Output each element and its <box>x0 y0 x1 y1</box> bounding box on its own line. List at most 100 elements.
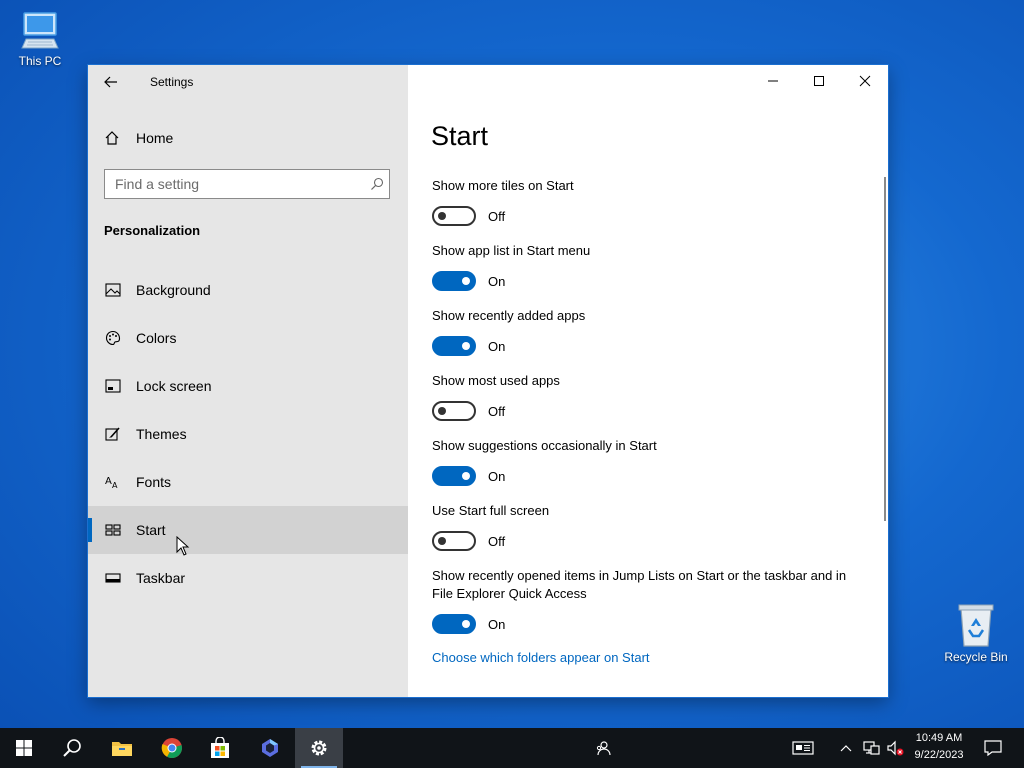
chevron-up-icon <box>840 745 852 752</box>
setting-show-most-used: Show most used apps Off <box>432 372 852 421</box>
chrome-button[interactable] <box>148 728 196 768</box>
toggle-switch[interactable] <box>432 531 476 551</box>
sidebar-item-label: Colors <box>136 330 177 346</box>
sidebar-item-label: Themes <box>136 426 187 442</box>
sidebar-item-label: Lock screen <box>136 378 212 394</box>
news-icon <box>792 741 814 755</box>
close-icon <box>859 75 871 87</box>
home-nav-item[interactable]: Home <box>88 125 408 151</box>
setting-jump-lists: Show recently opened items in Jump Lists… <box>432 567 852 634</box>
toggle-state-label: Off <box>488 208 506 224</box>
setting-label: Show suggestions occasionally in Start <box>432 438 657 453</box>
svg-text:A: A <box>105 476 112 487</box>
volume-button[interactable] <box>884 728 906 768</box>
desktop-icon-recycle-bin[interactable]: Recycle Bin <box>936 602 1016 664</box>
toggle-state-label: On <box>488 273 506 289</box>
taskbar-search-button[interactable] <box>48 728 96 768</box>
sidebar-item-colors[interactable]: Colors <box>88 314 408 362</box>
toggle-switch[interactable] <box>432 271 476 291</box>
windows-start-icon <box>16 740 32 756</box>
back-button[interactable] <box>88 65 134 99</box>
setting-show-suggestions: Show suggestions occasionally in Start O… <box>432 437 852 486</box>
desktop-icon-this-pc[interactable]: This PC <box>0 8 80 68</box>
sidebar-item-lock-screen[interactable]: Lock screen <box>88 362 408 410</box>
microsoft-store-icon <box>211 737 229 758</box>
home-label: Home <box>136 130 174 146</box>
home-icon <box>104 130 122 146</box>
network-button[interactable] <box>860 728 882 768</box>
minimize-icon <box>768 80 778 82</box>
maximize-button[interactable] <box>796 65 842 97</box>
setting-show-more-tiles: Show more tiles on Start Off <box>432 177 852 226</box>
sidebar-nav: Background Colors Lock screen Themes A A… <box>88 266 408 602</box>
fonts-icon: AA <box>104 475 122 489</box>
setting-show-recently-added: Show recently added apps On <box>432 307 852 356</box>
volume-muted-icon <box>887 740 904 756</box>
section-heading: Personalization <box>104 223 201 238</box>
clock[interactable]: 10:49 AM 9/22/2023 <box>906 730 972 764</box>
setting-label: Use Start full screen <box>432 503 550 518</box>
toggle-switch[interactable] <box>432 401 476 421</box>
setting-label: Show app list in Start menu <box>432 243 591 258</box>
people-icon <box>596 741 611 756</box>
page-title: Start <box>431 121 489 151</box>
choose-folders-link[interactable]: Choose which folders appear on Start <box>432 650 650 665</box>
file-explorer-button[interactable] <box>98 728 146 768</box>
toggle-switch[interactable] <box>432 614 476 634</box>
picture-icon <box>104 283 122 297</box>
setting-show-app-list: Show app list in Start menu On <box>432 242 852 291</box>
toggle-state-label: On <box>488 468 506 484</box>
window-title: Settings <box>150 75 194 89</box>
toggle-switch[interactable] <box>432 336 476 356</box>
palette-icon <box>104 330 122 346</box>
settings-taskbar-button[interactable] <box>295 728 343 768</box>
computer-icon <box>21 12 59 49</box>
toggle-state-label: On <box>488 338 506 354</box>
taskbar-icon <box>104 572 122 584</box>
sidebar-item-themes[interactable]: Themes <box>88 410 408 458</box>
back-arrow-icon <box>104 76 117 88</box>
search-input[interactable]: Find a setting <box>104 169 390 199</box>
title-bar[interactable]: Settings <box>88 65 408 99</box>
taskbar: 10:49 AM 9/22/2023 <box>0 728 1024 768</box>
start-button[interactable] <box>0 728 48 768</box>
news-button[interactable] <box>788 728 818 768</box>
sidebar-item-fonts[interactable]: AA Fonts <box>88 458 408 506</box>
desktop-icon-label: Recycle Bin <box>944 650 1008 664</box>
sidebar-item-background[interactable]: Background <box>88 266 408 314</box>
window-controls <box>750 65 888 97</box>
setting-label: Show recently added apps <box>432 308 586 323</box>
search-placeholder: Find a setting <box>115 176 200 192</box>
close-button[interactable] <box>842 65 888 97</box>
setting-label: Show recently opened items in Jump Lists… <box>432 568 847 601</box>
action-center-button[interactable] <box>978 728 1008 768</box>
sidebar-item-start[interactable]: Start <box>88 506 408 554</box>
search-icon <box>63 739 81 757</box>
search-icon[interactable] <box>365 177 389 191</box>
brush-icon <box>104 426 122 442</box>
desktop-icon-label: This PC <box>18 54 62 68</box>
copilot-button[interactable] <box>246 728 294 768</box>
sidebar: Settings Home Find a setting Personaliza… <box>88 65 408 697</box>
toggle-switch[interactable] <box>432 466 476 486</box>
show-hidden-icons-button[interactable] <box>836 728 856 768</box>
scrollbar[interactable] <box>884 177 886 521</box>
chrome-icon <box>161 738 182 759</box>
minimize-button[interactable] <box>750 65 796 97</box>
recycle-bin-icon <box>958 604 994 647</box>
file-explorer-icon <box>112 742 132 756</box>
network-icon <box>863 741 880 755</box>
clock-time: 10:49 AM <box>915 732 963 744</box>
clock-date: 9/22/2023 <box>914 749 964 761</box>
toggle-state-label: On <box>488 616 506 632</box>
toggle-switch[interactable] <box>432 206 476 226</box>
setting-label: Show most used apps <box>432 373 560 388</box>
people-button[interactable] <box>590 728 616 768</box>
sidebar-item-taskbar[interactable]: Taskbar <box>88 554 408 602</box>
main-content: Start Show more tiles on Start Off Show … <box>408 65 888 697</box>
microsoft-store-button[interactable] <box>196 728 244 768</box>
copilot-icon <box>262 739 278 757</box>
sidebar-item-label: Background <box>136 282 211 298</box>
lock-screen-icon <box>104 379 122 393</box>
sidebar-item-label: Taskbar <box>136 570 186 586</box>
